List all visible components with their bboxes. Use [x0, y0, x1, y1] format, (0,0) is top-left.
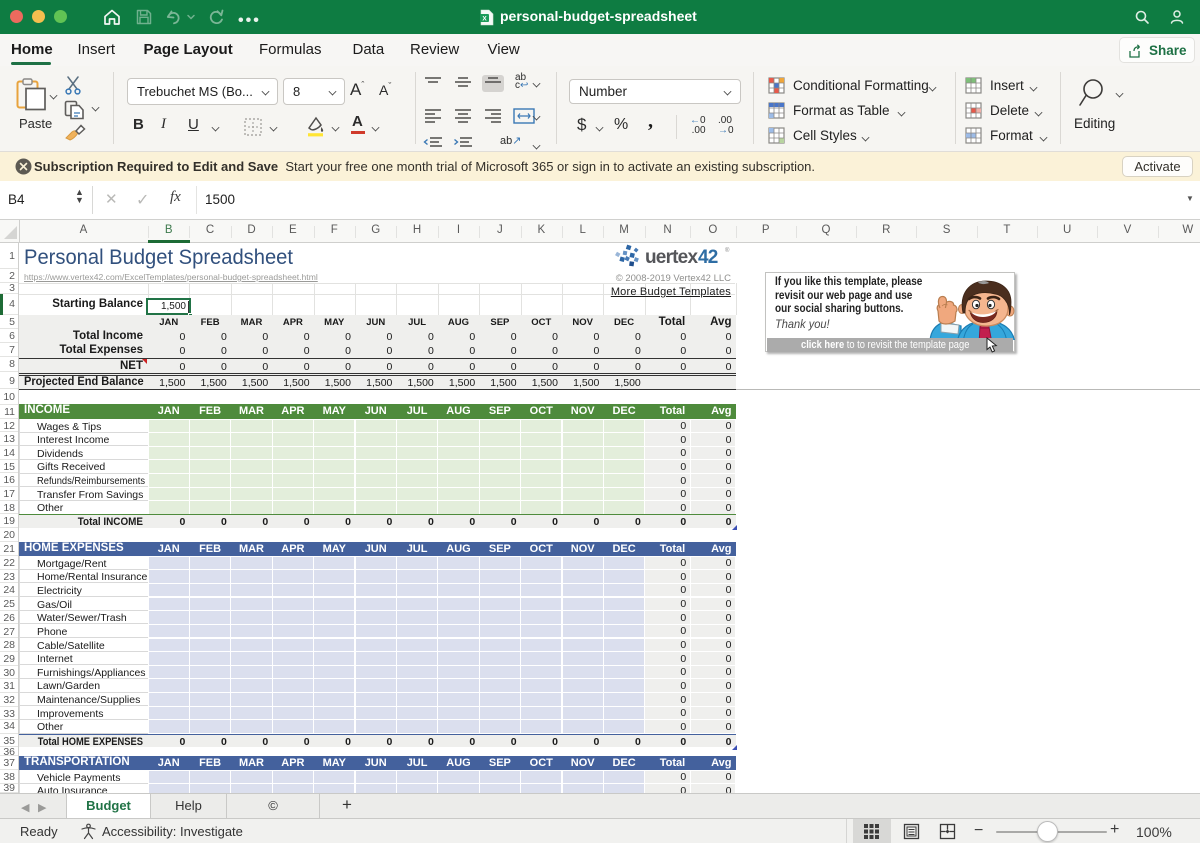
svg-text:uertex: uertex	[645, 247, 698, 268]
svg-text:®: ®	[725, 247, 730, 254]
svg-text:42: 42	[698, 247, 718, 268]
svg-text:X: X	[482, 15, 487, 22]
